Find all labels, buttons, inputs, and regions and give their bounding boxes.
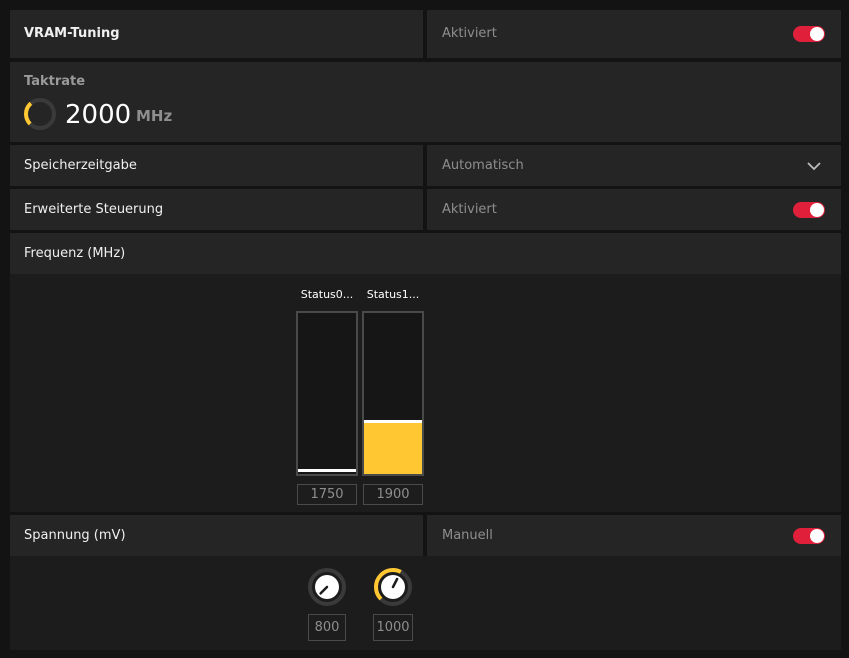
clock-unit: MHz xyxy=(136,107,173,125)
advanced-control-label: Erweiterte Steuerung xyxy=(24,202,164,217)
chevron-down-icon xyxy=(807,162,821,171)
vram-tuning-row: VRAM-Tuning xyxy=(10,10,423,58)
advanced-control-row: Erweiterte Steuerung xyxy=(10,189,423,230)
voltage-mode-cell: Manuell xyxy=(427,515,841,556)
vram-tuning-toggle[interactable] xyxy=(793,26,825,42)
state1-value-input[interactable]: 1900 xyxy=(363,484,423,505)
state1-title: Status1... xyxy=(366,288,420,301)
vram-tuning-title: VRAM-Tuning xyxy=(24,26,120,41)
voltage-state0-input[interactable]: 800 xyxy=(308,614,346,641)
voltage-label: Spannung (mV) xyxy=(24,528,126,543)
frequency-header: Frequenz (MHz) xyxy=(10,233,841,274)
frequency-area: Status0... Status1... 1750 1900 xyxy=(10,274,841,512)
state0-title: Status0... xyxy=(300,288,354,301)
frequency-label: Frequenz (MHz) xyxy=(24,246,126,261)
state0-value-input[interactable]: 1750 xyxy=(297,484,357,505)
advanced-control-status: Aktiviert xyxy=(442,202,497,217)
state1-handle[interactable] xyxy=(364,420,422,423)
clock-panel: Taktrate 2000 MHz xyxy=(10,62,841,142)
state1-fill xyxy=(364,420,422,474)
gauge-icon xyxy=(23,98,56,130)
memory-timing-dropdown[interactable]: Automatisch xyxy=(427,145,841,186)
voltage-row: Spannung (mV) xyxy=(10,515,423,556)
voltage-state1-input[interactable]: 1000 xyxy=(373,614,413,641)
advanced-control-toggle[interactable] xyxy=(793,202,825,218)
state0-handle[interactable] xyxy=(298,469,356,472)
clock-value: 2000 xyxy=(65,100,132,130)
memory-timing-value: Automatisch xyxy=(442,158,524,173)
advanced-control-toggle-cell: Aktiviert xyxy=(427,189,841,230)
vram-tuning-control: Aktiviert xyxy=(427,10,841,58)
voltage-area: 800 1000 xyxy=(10,556,841,650)
vram-tuning-status: Aktiviert xyxy=(442,26,497,41)
state1-slider[interactable] xyxy=(362,311,424,476)
clock-label: Taktrate xyxy=(24,74,86,89)
knob-icon[interactable] xyxy=(372,566,414,608)
memory-timing-row: Speicherzeitgabe xyxy=(10,145,423,186)
voltage-mode: Manuell xyxy=(442,528,493,543)
state0-slider[interactable] xyxy=(296,311,358,476)
knob-icon[interactable] xyxy=(306,566,348,608)
voltage-toggle[interactable] xyxy=(793,528,825,544)
memory-timing-label: Speicherzeitgabe xyxy=(24,158,137,173)
